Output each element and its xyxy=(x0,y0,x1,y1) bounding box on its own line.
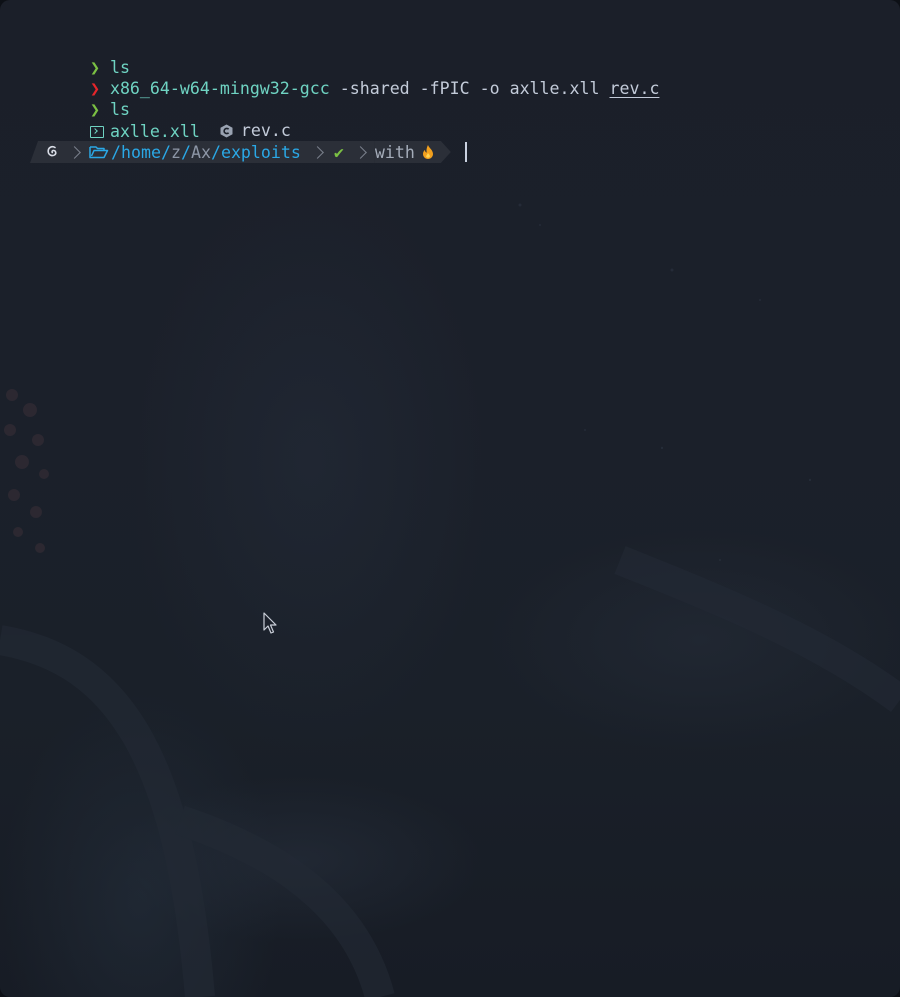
path-separator: / xyxy=(160,142,171,162)
prompt-os-segment: / home / z / Ax / exploits ✔ xyxy=(30,141,375,163)
terminal-file-icon xyxy=(89,125,104,138)
path-dir: Ax xyxy=(190,142,211,162)
shell-prompt: / home / z / Ax / exploits ✔ with xyxy=(30,140,467,164)
file-name: rev.c xyxy=(240,121,291,140)
with-label: with xyxy=(374,142,415,162)
ls-entry: axlle.xll xyxy=(89,121,200,142)
path-home: home xyxy=(121,142,161,162)
path-current-dir: exploits xyxy=(220,142,301,162)
command-file-arg: rev.c xyxy=(609,79,660,98)
file-name: axlle.xll xyxy=(109,122,200,141)
ls-output: axlle.xll rev.c xyxy=(30,99,890,141)
prompt-symbol: ❯ xyxy=(89,58,100,77)
command-args: -shared -fPIC -o axlle.xll xyxy=(329,79,610,98)
status-check-icon: ✔ xyxy=(333,142,344,162)
ls-entry: rev.c xyxy=(200,120,291,141)
prompt-symbol: ❯ xyxy=(89,100,100,119)
prompt-symbol-error: ❯ xyxy=(89,79,100,98)
folder-open-icon xyxy=(89,146,109,159)
mouse-pointer-icon xyxy=(263,612,277,634)
path-separator: / xyxy=(180,142,191,162)
c-language-icon xyxy=(220,124,233,137)
terminal-output[interactable]: ❯ ls ❯ x86_64-w64-mingw32-gcc -shared -f… xyxy=(30,36,890,141)
chevron-right-icon xyxy=(311,145,324,159)
text-cursor[interactable] xyxy=(464,142,467,162)
command-text: ls xyxy=(109,100,130,119)
fire-icon xyxy=(421,144,435,160)
history-line: ❯ ls xyxy=(30,36,890,77)
prompt-with-segment: with xyxy=(375,141,451,163)
chevron-right-icon xyxy=(68,145,81,159)
command-text: ls xyxy=(109,58,130,77)
path-separator: / xyxy=(210,142,221,162)
terminal-window[interactable]: ❯ ls ❯ x86_64-w64-mingw32-gcc -shared -f… xyxy=(0,0,900,997)
history-line: ❯ x86_64-w64-mingw32-gcc -shared -fPIC -… xyxy=(30,57,890,98)
command-text: x86_64-w64-mingw32-gcc xyxy=(109,79,330,98)
path-user: z xyxy=(170,142,181,162)
path-separator: / xyxy=(111,142,121,162)
chevron-right-icon xyxy=(354,145,367,159)
debian-swirl-icon xyxy=(47,145,57,157)
